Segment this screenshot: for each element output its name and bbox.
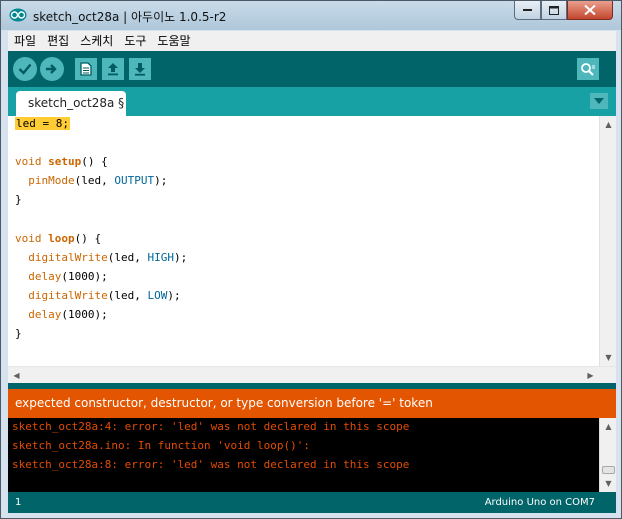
- code-line: }: [15, 327, 22, 340]
- chevron-down-icon: [594, 98, 604, 104]
- open-icon: [108, 63, 118, 76]
- code-text: led = 8;: [15, 117, 70, 130]
- menu-file[interactable]: 파일: [14, 31, 36, 51]
- code-token: delay: [28, 308, 62, 321]
- code-area[interactable]: led = 8; void setup() { pinMode(led, OUT…: [15, 116, 600, 366]
- board-port: Arduino Uno on COM7: [484, 497, 595, 508]
- tab-bar: sketch_oct28a §: [8, 87, 616, 116]
- code-line: }: [15, 193, 22, 206]
- console-scroll-thumb[interactable]: [602, 466, 615, 474]
- code-line: digitalWrite(led, LOW);: [15, 286, 181, 305]
- new-button[interactable]: [75, 58, 97, 80]
- console-line: sketch_oct28a.ino: In function 'void loo…: [12, 439, 311, 452]
- code-token: OUTPUT: [114, 174, 155, 187]
- serial-monitor-icon: [581, 63, 595, 76]
- code-token: HIGH: [147, 251, 174, 264]
- code-line: delay(1000);: [15, 267, 108, 286]
- code-line: void loop() {: [15, 229, 101, 248]
- code-line: digitalWrite(led, HIGH);: [15, 248, 187, 267]
- toolbar: [8, 51, 616, 87]
- save-icon: [135, 63, 145, 76]
- code-token: (led,: [107, 251, 148, 264]
- code-token: () {: [74, 232, 102, 245]
- code-line: led = 8;: [15, 114, 70, 133]
- title-bar[interactable]: sketch_oct28a | 아두이노 1.0.5-r2: [1, 1, 621, 30]
- status-footer: 1 Arduino Uno on COM7: [8, 492, 616, 513]
- code-token: void: [15, 155, 42, 168]
- code-token: );: [173, 251, 188, 264]
- save-button[interactable]: [129, 58, 151, 80]
- menu-bar: 파일 편집 스케치 도구 도움말: [8, 31, 616, 51]
- upload-button[interactable]: [40, 57, 64, 81]
- window-title: sketch_oct28a | 아두이노 1.0.5-r2: [33, 10, 227, 24]
- scroll-up-arrow[interactable]: ▲: [600, 116, 617, 133]
- new-icon: [80, 62, 92, 76]
- code-editor[interactable]: led = 8; void setup() { pinMode(led, OUT…: [8, 116, 616, 366]
- code-token: () {: [81, 155, 108, 168]
- menu-sketch[interactable]: 스케치: [80, 31, 113, 51]
- maximize-button[interactable]: [541, 1, 567, 20]
- code-token: digitalWrite: [28, 289, 108, 302]
- close-icon: [584, 5, 596, 15]
- minimize-button[interactable]: [514, 1, 541, 20]
- code-token: digitalWrite: [28, 251, 108, 264]
- code-token: void: [15, 232, 42, 245]
- code-token: loop: [48, 232, 75, 245]
- arduino-logo-icon: [9, 8, 27, 22]
- status-message: expected constructor, destructor, or typ…: [8, 389, 616, 418]
- console-line: sketch_oct28a:4: error: 'led' was not de…: [12, 420, 410, 433]
- code-token: (1000);: [61, 308, 108, 321]
- scroll-down-arrow[interactable]: ▼: [600, 349, 617, 366]
- code-line: void setup() {: [15, 152, 108, 171]
- console-scrollbar[interactable]: ▲ ▼: [599, 418, 616, 492]
- menu-tools[interactable]: 도구: [124, 31, 146, 51]
- code-token: delay: [28, 270, 62, 283]
- code-token: );: [167, 289, 181, 302]
- code-token: setup: [48, 155, 82, 168]
- menu-help[interactable]: 도움말: [157, 31, 190, 51]
- scroll-left-arrow[interactable]: ◀: [8, 367, 25, 384]
- open-button[interactable]: [102, 58, 124, 80]
- arduino-ide-window: sketch_oct28a | 아두이노 1.0.5-r2 파일 편집 스케치 …: [0, 0, 622, 519]
- console-scroll-down-arrow[interactable]: ▼: [600, 475, 617, 492]
- verify-icon: [18, 63, 32, 75]
- console-output[interactable]: sketch_oct28a:4: error: 'led' was not de…: [8, 418, 616, 492]
- code-token: );: [154, 174, 168, 187]
- upload-icon: [46, 64, 57, 74]
- code-line: delay(1000);: [15, 305, 108, 324]
- editor-horizontal-scrollbar[interactable]: ◀ ▶: [8, 366, 616, 383]
- scroll-right-arrow[interactable]: ▶: [582, 367, 599, 384]
- tab-menu-button[interactable]: [590, 93, 608, 109]
- verify-button[interactable]: [13, 57, 37, 81]
- code-token: (led,: [107, 289, 148, 302]
- serial-monitor-button[interactable]: [577, 58, 599, 80]
- console-line: sketch_oct28a:8: error: 'led' was not de…: [12, 458, 410, 471]
- line-number: 1: [15, 497, 22, 508]
- maximize-icon: [549, 5, 559, 15]
- menu-edit[interactable]: 편집: [47, 31, 69, 51]
- close-button[interactable]: [567, 1, 613, 20]
- minimize-icon: [522, 9, 532, 11]
- code-token: (1000);: [61, 270, 108, 283]
- editor-vertical-scrollbar[interactable]: ▲ ▼: [599, 116, 616, 366]
- code-token: LOW: [147, 289, 168, 302]
- console-scroll-up-arrow[interactable]: ▲: [600, 418, 617, 435]
- tab-sketch[interactable]: sketch_oct28a §: [16, 91, 126, 116]
- code-token: (led,: [74, 174, 115, 187]
- code-line: pinMode(led, OUTPUT);: [15, 171, 167, 190]
- code-token: pinMode: [28, 174, 75, 187]
